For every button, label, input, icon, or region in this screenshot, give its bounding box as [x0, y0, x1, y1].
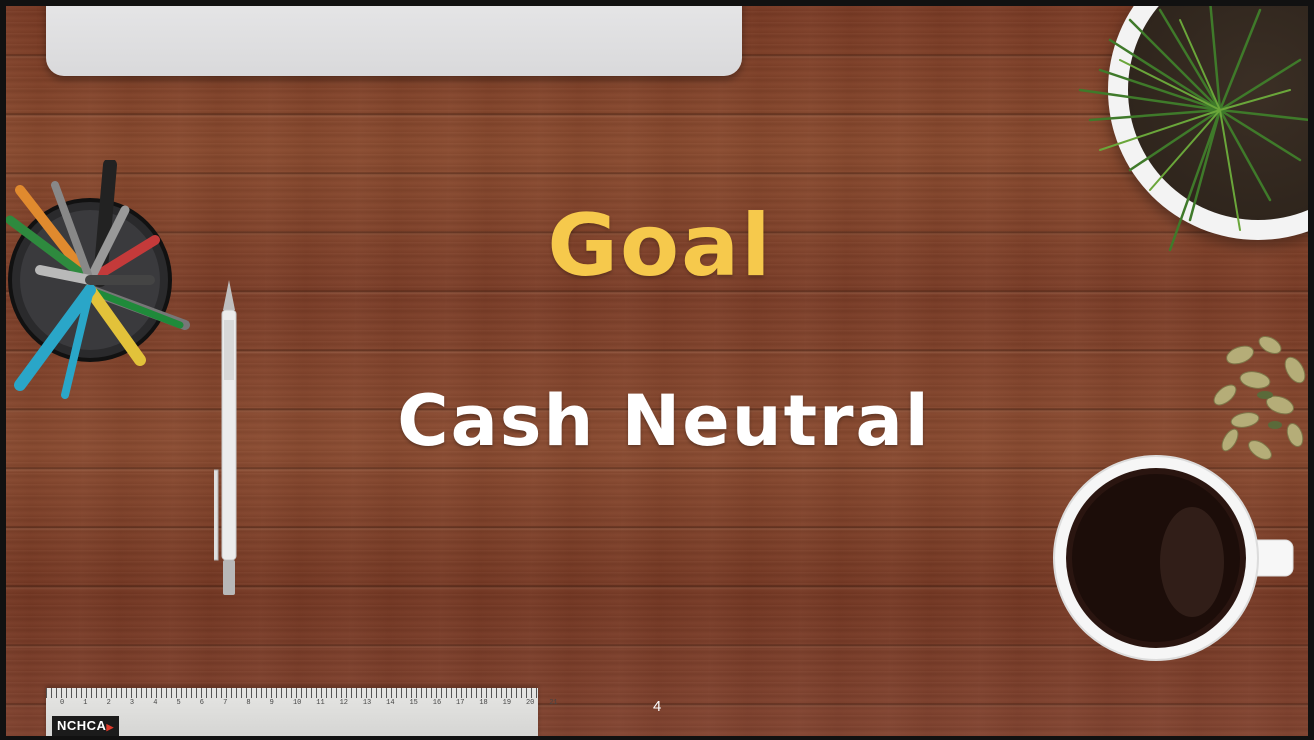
page-number: 4 [653, 698, 662, 715]
ruler-number: 11 [316, 699, 325, 707]
logo-text: NCHCA [57, 718, 107, 733]
ruler-number: 14 [386, 699, 395, 707]
laptop-image [46, 0, 742, 76]
coffee-cup-image [1053, 455, 1294, 661]
ruler-number: 9 [269, 699, 274, 707]
ruler-number: 8 [246, 699, 251, 707]
ruler-number: 0 [60, 699, 65, 707]
ruler-ticks [46, 688, 538, 698]
ruler-numbers: 0 1 2 3 4 5 6 7 8 9 10 11 12 13 14 15 16 17 18 19 20 21 [60, 699, 573, 707]
ruler-number: 3 [129, 699, 135, 707]
ruler-number: 6 [199, 699, 204, 707]
slide: Goal Cash Neutral 0 1 2 3 4 5 6 7 8 9 10 11 12 13 14 15… [0, 0, 1314, 740]
ruler-number: 5 [176, 699, 181, 707]
nchca-logo: NCHCA▶ [52, 716, 119, 736]
slide-title: Goal [547, 196, 773, 296]
ruler-number: 21 [549, 699, 558, 707]
ruler-number: 16 [432, 699, 442, 707]
ruler-number: 20 [525, 699, 535, 707]
ruler-number: 12 [339, 699, 348, 707]
slide-subtitle: Cash Neutral [397, 380, 931, 462]
ruler-number: 17 [456, 699, 465, 707]
ruler-image: 0 1 2 3 4 5 6 7 8 9 10 11 12 13 14 15 16 17 18 19 20 21 [46, 688, 558, 740]
ruler-number: 19 [502, 699, 512, 707]
ruler-number: 1 [83, 699, 88, 707]
logo-mark-icon: ▶ [106, 722, 114, 732]
ruler-number: 18 [479, 699, 488, 707]
ruler-number: 13 [362, 699, 372, 707]
ruler-number: 10 [292, 699, 302, 707]
ruler-number: 2 [106, 699, 111, 707]
ruler-number: 4 [153, 699, 158, 707]
ruler-number: 15 [409, 699, 418, 707]
ruler-number: 7 [223, 699, 228, 707]
